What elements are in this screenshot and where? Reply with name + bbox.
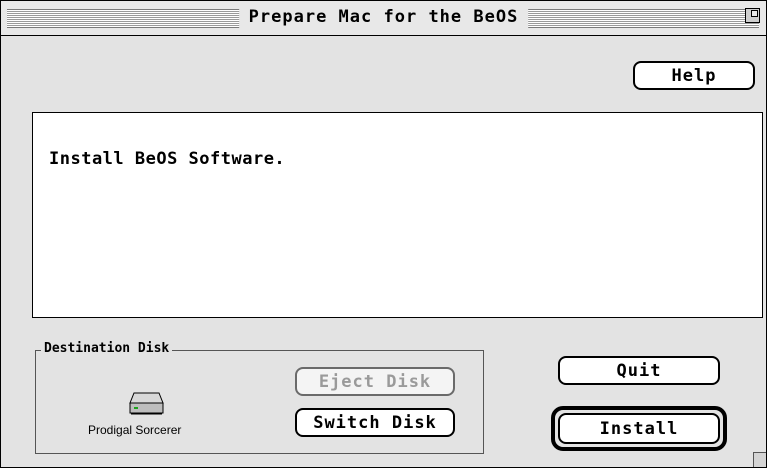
install-button[interactable]: Install <box>558 413 720 444</box>
resize-handle[interactable] <box>753 452 766 467</box>
message-box: Install BeOS Software. <box>32 112 763 318</box>
disk-name: Prodigal Sorcerer <box>88 423 182 437</box>
window-title: Prepare Mac for the BeOS <box>238 5 529 29</box>
title-bar[interactable]: Prepare Mac for the BeOS <box>1 1 766 36</box>
destination-disk-group: Destination Disk Prodigal Sorcerer Eject… <box>35 341 484 454</box>
eject-disk-button[interactable]: Eject Disk <box>295 367 455 396</box>
help-button[interactable]: Help <box>633 61 755 90</box>
destination-disk-label: Destination Disk <box>41 341 173 356</box>
installer-window: Prepare Mac for the BeOS Help Install Be… <box>0 0 767 468</box>
hard-disk-icon[interactable] <box>129 391 164 415</box>
status-message: Install BeOS Software. <box>49 149 286 169</box>
switch-disk-button[interactable]: Switch Disk <box>295 408 455 437</box>
zoom-box-icon[interactable] <box>745 8 760 23</box>
quit-button[interactable]: Quit <box>558 356 720 385</box>
